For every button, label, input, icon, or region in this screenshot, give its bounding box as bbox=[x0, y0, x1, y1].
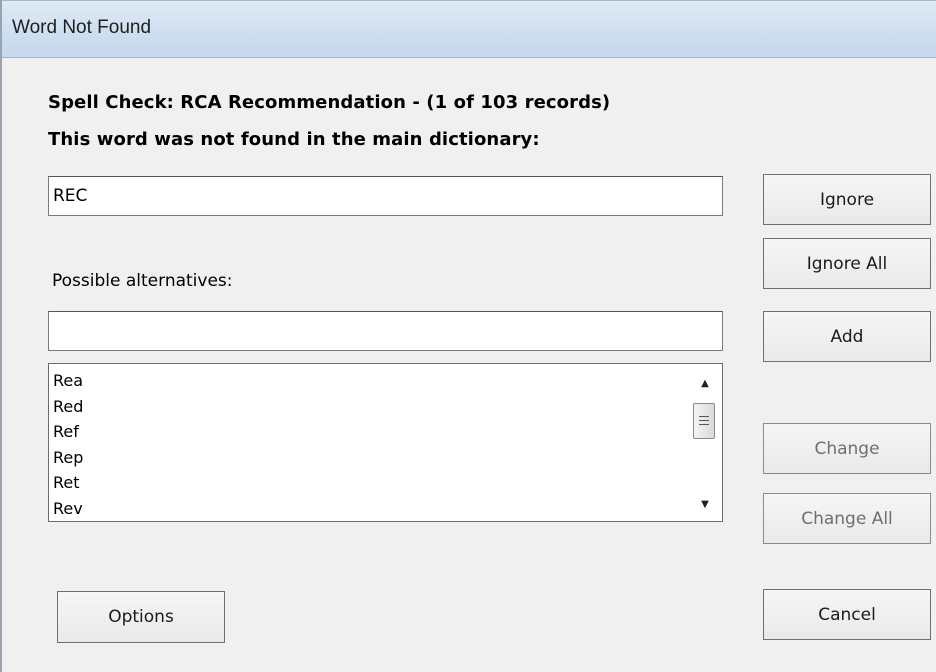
list-item[interactable]: Ref bbox=[51, 419, 83, 445]
ignore-button[interactable]: Ignore bbox=[763, 174, 931, 225]
add-button[interactable]: Add bbox=[763, 311, 931, 362]
list-item[interactable]: Rep bbox=[51, 445, 83, 471]
spell-check-dialog: Word Not Found Spell Check: RCA Recommen… bbox=[0, 0, 936, 672]
change-button[interactable]: Change bbox=[763, 423, 931, 474]
cancel-button[interactable]: Cancel bbox=[763, 589, 931, 640]
title-bar[interactable]: Word Not Found bbox=[2, 0, 936, 58]
grip-line bbox=[699, 420, 709, 421]
possible-alternatives-label: Possible alternatives: bbox=[52, 271, 233, 291]
grip-line bbox=[699, 424, 709, 425]
vertical-scrollbar[interactable]: ▲ ▼ bbox=[689, 365, 721, 520]
list-item[interactable]: Rea bbox=[51, 368, 83, 394]
list-item[interactable]: Ret bbox=[51, 470, 83, 496]
not-found-word-field[interactable] bbox=[48, 176, 723, 216]
alternatives-list[interactable]: Rea Red Ref Rep Ret Rev ▲ ▼ bbox=[48, 363, 723, 522]
scroll-down-arrow-icon[interactable]: ▼ bbox=[697, 498, 713, 512]
window-title: Word Not Found bbox=[12, 17, 152, 38]
scroll-thumb[interactable] bbox=[693, 403, 715, 439]
alternative-input[interactable] bbox=[48, 311, 723, 351]
not-found-message: This word was not found in the main dict… bbox=[48, 129, 540, 150]
list-item[interactable]: Red bbox=[51, 394, 83, 420]
list-item[interactable]: Rev bbox=[51, 496, 83, 522]
spell-check-heading: Spell Check: RCA Recommendation - (1 of … bbox=[48, 92, 611, 113]
scroll-up-arrow-icon[interactable]: ▲ bbox=[697, 377, 713, 391]
options-button[interactable]: Options bbox=[57, 591, 225, 643]
grip-line bbox=[699, 416, 709, 417]
alternatives-items: Rea Red Ref Rep Ret Rev bbox=[51, 368, 83, 521]
change-all-button[interactable]: Change All bbox=[763, 493, 931, 544]
ignore-all-button[interactable]: Ignore All bbox=[763, 238, 931, 289]
